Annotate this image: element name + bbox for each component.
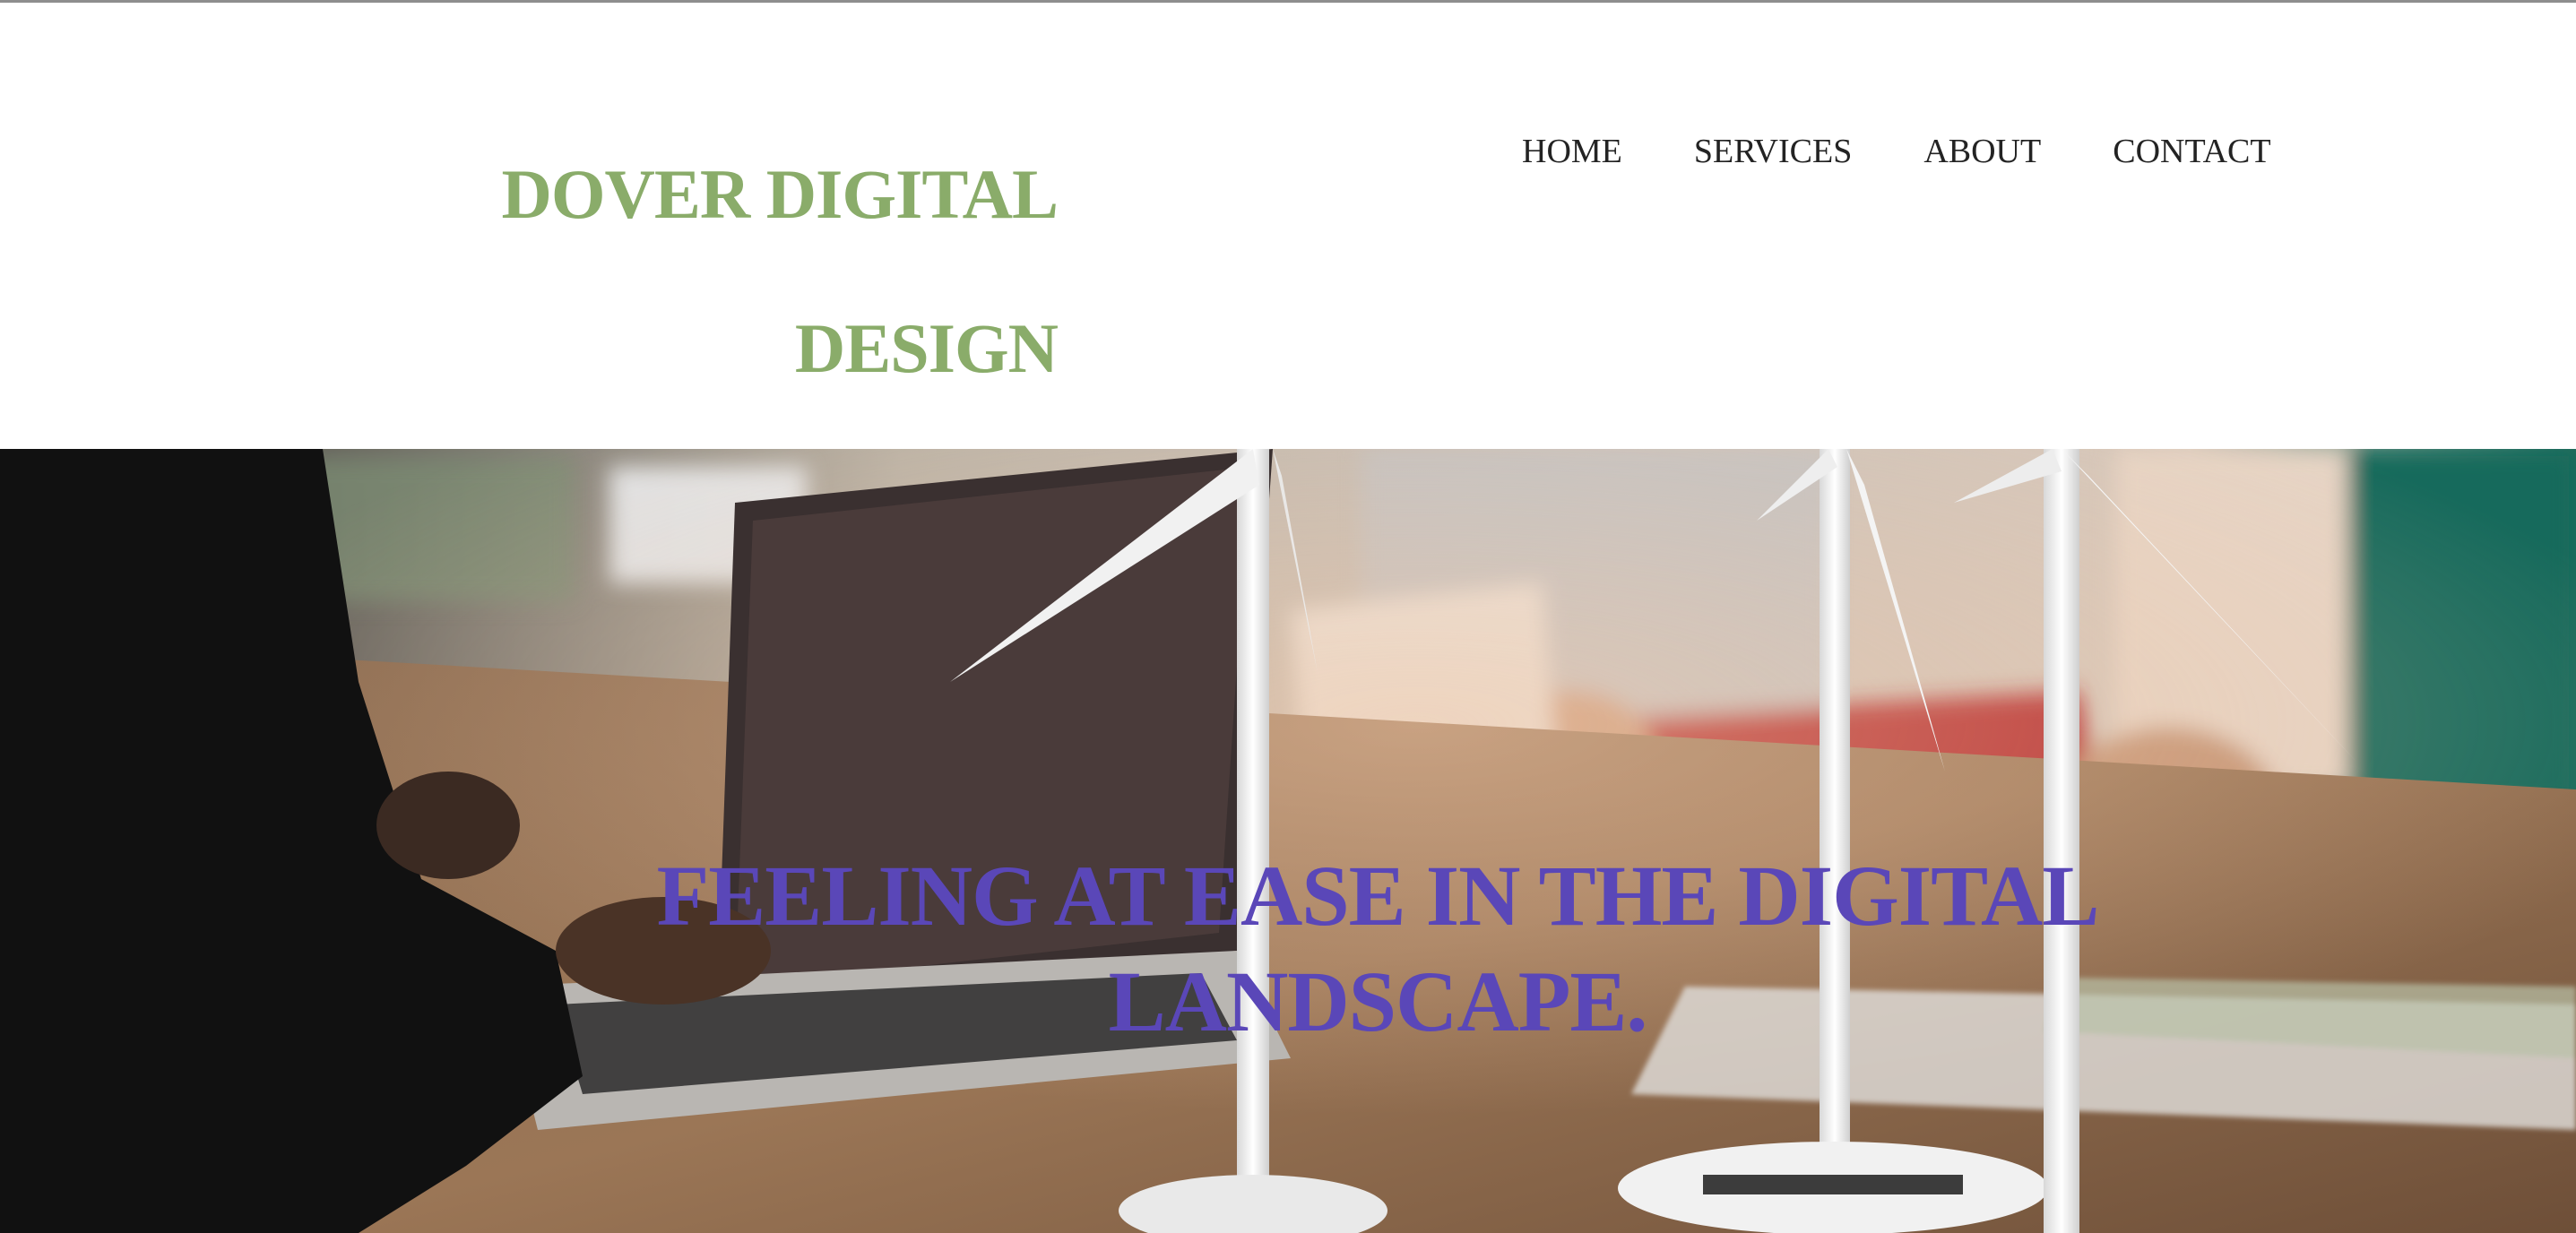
nav-item-services[interactable]: SERVICES [1694, 126, 1852, 177]
brand-line-1: DOVER DIGITAL [501, 155, 1059, 233]
hero-headline: FEELING AT EASE IN THE DIGITAL LANDSCAPE… [656, 848, 2100, 1049]
nav-item-contact[interactable]: CONTACT [2113, 126, 2270, 177]
site-header: DOVER DIGITAL DESIGN HOME SERVICES ABOUT… [0, 3, 2576, 449]
nav-item-home[interactable]: HOME [1522, 126, 1622, 177]
nav-item-about[interactable]: ABOUT [1923, 126, 2041, 177]
hero-banner: FEELING AT EASE IN THE DIGITAL LANDSCAPE… [0, 449, 2576, 1233]
brand-line-2: DESIGN [794, 309, 1059, 387]
page: DOVER DIGITAL DESIGN HOME SERVICES ABOUT… [0, 0, 2576, 1233]
site-logo-text[interactable]: DOVER DIGITAL DESIGN [430, 117, 1059, 426]
hero-background-image [0, 449, 2576, 1233]
main-nav: HOME SERVICES ABOUT CONTACT [1522, 126, 2271, 177]
